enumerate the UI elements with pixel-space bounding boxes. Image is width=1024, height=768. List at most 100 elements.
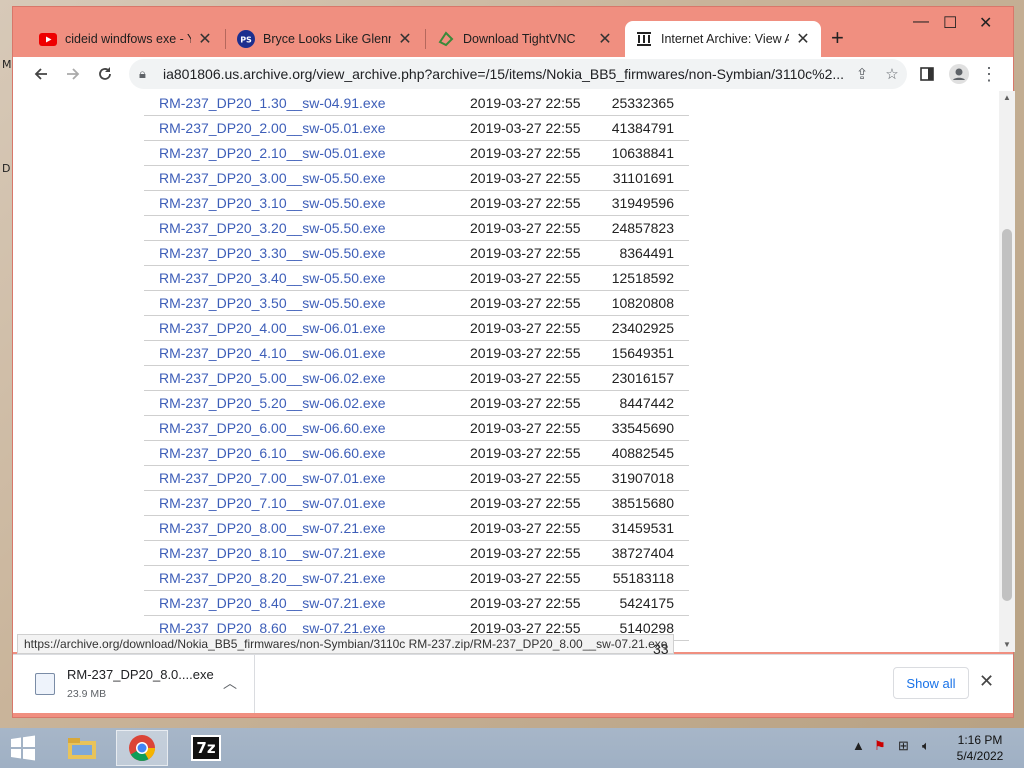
side-panel-icon[interactable] (911, 59, 943, 89)
forward-icon[interactable] (57, 59, 89, 89)
start-button[interactable] (8, 734, 40, 762)
file-link[interactable]: RM-237_DP20_8.00__sw-07.21.exe (159, 520, 385, 536)
file-date: 2019-03-27 22:55 (470, 295, 581, 311)
table-row: RM-237_DP20_3.10__sw-05.50.exe 2019-03-27… (144, 191, 689, 216)
profile-avatar-icon[interactable] (943, 59, 975, 89)
close-icon[interactable]: ✕ (979, 671, 994, 692)
tab-bryce[interactable]: PS Bryce Looks Like Glenn G ✕ (227, 21, 423, 57)
back-icon[interactable] (25, 59, 57, 89)
scrollbar[interactable]: ▲ ▼ (999, 91, 1015, 652)
taskbar: 7z ▲ ⚑ ⊞ 🔈︎ 1:16 PM 5/4/2022 (0, 728, 1024, 768)
show-hidden-icons-icon[interactable]: ▲ (852, 738, 865, 753)
file-link[interactable]: RM-237_DP20_7.10__sw-07.01.exe (159, 495, 385, 511)
download-filename: RM-237_DP20_8.0....exe (67, 667, 214, 682)
file-link[interactable]: RM-237_DP20_8.40__sw-07.21.exe (159, 595, 385, 611)
table-row: RM-237_DP20_7.00__sw-07.01.exe 2019-03-27… (144, 466, 689, 491)
file-link[interactable]: RM-237_DP20_3.30__sw-05.50.exe (159, 245, 385, 261)
chevron-up-icon[interactable]: ︿ (223, 673, 237, 693)
table-row: RM-237_DP20_1.30__sw-04.91.exe 2019-03-27… (144, 91, 689, 116)
file-link[interactable]: RM-237_DP20_4.10__sw-06.01.exe (159, 345, 385, 361)
file-size: 33545690 (611, 420, 674, 436)
file-link[interactable]: RM-237_DP20_1.30__sw-04.91.exe (159, 95, 385, 111)
close-tab-icon[interactable]: ✕ (197, 29, 213, 49)
file-date: 2019-03-27 22:55 (470, 170, 581, 186)
file-link[interactable]: RM-237_DP20_3.20__sw-05.50.exe (159, 220, 385, 236)
table-row: RM-237_DP20_5.20__sw-06.02.exe 2019-03-27… (144, 391, 689, 416)
file-date: 2019-03-27 22:55 (470, 145, 581, 161)
file-size: 31101691 (612, 170, 674, 186)
download-shelf: RM-237_DP20_8.0....exe 23.9 MB ︿ Show al… (13, 654, 1013, 713)
table-row: RM-237_DP20_3.30__sw-05.50.exe 2019-03-27… (144, 241, 689, 266)
file-date: 2019-03-27 22:55 (470, 95, 581, 111)
minimize-button[interactable]: — (913, 13, 929, 31)
show-all-button[interactable]: Show all (893, 667, 969, 699)
close-tab-icon[interactable]: ✕ (397, 29, 413, 49)
file-date: 2019-03-27 22:55 (470, 445, 581, 461)
file-link[interactable]: RM-237_DP20_7.00__sw-07.01.exe (159, 470, 385, 486)
action-center-flag-icon[interactable]: ⚑ (874, 738, 886, 754)
exe-file-icon (35, 673, 55, 695)
volume-muted-icon[interactable]: 🔈︎ (922, 738, 930, 754)
file-explorer-icon[interactable] (56, 730, 108, 766)
tab-youtube[interactable]: cideid windfows exe - Yo ✕ (29, 21, 223, 57)
scrollbar-thumb[interactable] (1002, 229, 1012, 601)
file-size: 41384791 (611, 120, 674, 136)
file-size: 8364491 (619, 245, 674, 261)
file-link[interactable]: RM-237_DP20_2.10__sw-05.01.exe (159, 145, 385, 161)
lock-icon: 🔒︎ (139, 66, 146, 81)
tab-divider (425, 29, 426, 49)
clock-date: 5/4/2022 (956, 749, 1004, 763)
close-window-button[interactable]: ✕ (979, 13, 992, 33)
table-row: RM-237_DP20_7.10__sw-07.01.exe 2019-03-27… (144, 491, 689, 516)
file-link[interactable]: RM-237_DP20_8.10__sw-07.21.exe (159, 545, 385, 561)
file-link[interactable]: RM-237_DP20_5.20__sw-06.02.exe (159, 395, 385, 411)
bookmark-star-icon[interactable]: ☆ (877, 65, 907, 83)
tab-title: Download TightVNC (463, 32, 576, 46)
scroll-down-icon[interactable]: ▼ (999, 638, 1015, 652)
menu-kebab-icon[interactable]: ⋮ (973, 59, 1005, 89)
download-size: 23.9 MB (67, 688, 107, 700)
tab-tightvnc[interactable]: Download TightVNC ✕ (427, 21, 623, 57)
file-link[interactable]: RM-237_DP20_6.00__sw-06.60.exe (159, 420, 385, 436)
taskbar-clock[interactable]: 1:16 PM 5/4/2022 (950, 732, 1010, 764)
file-link[interactable]: RM-237_DP20_4.00__sw-06.01.exe (159, 320, 385, 336)
file-link[interactable]: RM-237_DP20_3.40__sw-05.50.exe (159, 270, 385, 286)
reload-icon[interactable] (89, 59, 121, 89)
file-date: 2019-03-27 22:55 (470, 270, 581, 286)
chrome-icon[interactable] (116, 730, 168, 766)
maximize-button[interactable]: ☐ (943, 13, 957, 33)
table-row: RM-237_DP20_6.00__sw-06.60.exe 2019-03-27… (144, 416, 689, 441)
file-link[interactable]: RM-237_DP20_2.00__sw-05.01.exe (159, 120, 385, 136)
address-bar[interactable]: 🔒︎ ia801806.us.archive.org/view_archive.… (129, 59, 907, 89)
table-row: RM-237_DP20_3.00__sw-05.50.exe 2019-03-27… (144, 166, 689, 191)
table-row: RM-237_DP20_4.10__sw-06.01.exe 2019-03-27… (144, 341, 689, 366)
network-icon[interactable]: ⊞ (898, 738, 909, 754)
7zip-icon[interactable]: 7z (180, 730, 232, 766)
file-link[interactable]: RM-237_DP20_3.10__sw-05.50.exe (159, 195, 385, 211)
file-link[interactable]: RM-237_DP20_8.20__sw-07.21.exe (159, 570, 385, 586)
file-size: 31907018 (611, 470, 674, 486)
file-date: 2019-03-27 22:55 (470, 395, 581, 411)
file-date: 2019-03-27 22:55 (470, 370, 581, 386)
file-size: 23016157 (611, 370, 674, 386)
share-icon[interactable]: ⇪ (847, 65, 877, 83)
file-link[interactable]: RM-237_DP20_6.10__sw-06.60.exe (159, 445, 385, 461)
download-item[interactable]: RM-237_DP20_8.0....exe 23.9 MB ︿ (13, 655, 255, 713)
file-date: 2019-03-27 22:55 (470, 495, 581, 511)
close-tab-icon[interactable]: ✕ (597, 29, 613, 49)
file-link[interactable]: RM-237_DP20_3.00__sw-05.50.exe (159, 170, 385, 186)
file-date: 2019-03-27 22:55 (470, 195, 581, 211)
close-tab-icon[interactable]: ✕ (795, 29, 811, 49)
file-size: 38515680 (611, 495, 674, 511)
new-tab-button[interactable]: + (831, 25, 844, 51)
browser-window: cideid windfows exe - Yo ✕ PS Bryce Look… (12, 6, 1015, 718)
table-row: RM-237_DP20_4.00__sw-06.01.exe 2019-03-27… (144, 316, 689, 341)
tab-internet-archive[interactable]: Internet Archive: View Arc ✕ (625, 21, 821, 57)
tab-strip: cideid windfows exe - Yo ✕ PS Bryce Look… (13, 7, 1013, 57)
scroll-up-icon[interactable]: ▲ (999, 91, 1015, 105)
file-link[interactable]: RM-237_DP20_5.00__sw-06.02.exe (159, 370, 385, 386)
file-link[interactable]: RM-237_DP20_3.50__sw-05.50.exe (159, 295, 385, 311)
desktop-icon-label: D (2, 162, 11, 175)
file-date: 2019-03-27 22:55 (470, 520, 581, 536)
file-size: 31949596 (611, 195, 674, 211)
